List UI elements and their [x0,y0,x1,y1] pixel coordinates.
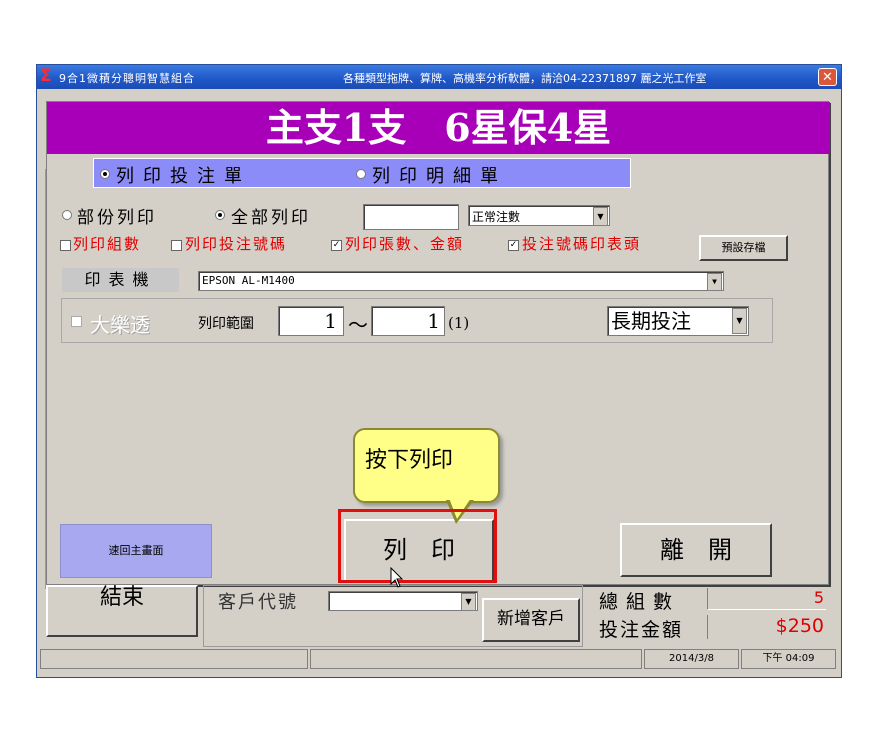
range-label: 列印範圍 [198,316,254,332]
check-lotto[interactable] [71,316,82,327]
total-groups-label: 總組數 [599,591,681,613]
amount-value: $250 [707,615,826,639]
chevron-down-icon[interactable]: ▼ [593,207,608,226]
radio-partial-print-label[interactable]: 部份列印 [77,203,157,228]
customer-label: 客戶代號 [218,592,298,613]
back-to-main-button[interactable]: 速回主畫面 [60,524,212,578]
customer-select[interactable]: ▼ [328,591,478,611]
radio-print-ticket-label[interactable]: 列印投注單 [116,162,251,188]
range-count: (1) [448,314,470,332]
callout-text: 按下列印 [365,448,454,473]
status-cell-2 [310,649,642,669]
radio-full-print[interactable] [215,210,225,220]
count-select[interactable]: 正常注數 ▼ [468,205,610,226]
check-print-groups[interactable] [60,240,71,251]
check-print-numbers[interactable] [171,240,182,251]
check-print-numbers-label[interactable]: 列印投注號碼 [185,233,287,254]
app-contact-info: 各種類型拖牌、算牌、高機率分析軟體，請洽04-22371897 麗之光工作室 [343,72,707,85]
mouse-cursor-icon [390,567,404,588]
app-window: Σ 9合1微積分聰明智慧組合 各種類型拖牌、算牌、高機率分析軟體，請洽04-22… [36,64,842,678]
callout-bubble: 按下列印 [353,428,500,503]
check-header-numbers[interactable]: ✓ [508,240,519,251]
customer-panel: 客戶代號 ▼ 新增客戶 [203,585,583,647]
radio-print-detail-label[interactable]: 列印明細單 [372,162,507,188]
amount-label: 投注金額 [599,619,684,641]
dialog-banner: 主支1支 6星保4星 [47,102,830,154]
sigma-icon: Σ [40,66,52,86]
radio-print-detail[interactable] [356,169,366,179]
count-input[interactable] [363,204,459,230]
radio-full-print-label[interactable]: 全部列印 [231,203,311,228]
close-icon[interactable]: ✕ [818,68,837,86]
print-mode-group: 列印投注單 列印明細單 [93,158,631,188]
check-print-groups-label[interactable]: 列印組數 [73,233,141,254]
count-select-value: 正常注數 [472,210,521,224]
new-customer-button[interactable]: 新增客戶 [482,598,580,642]
total-groups-value: 5 [707,588,826,610]
radio-partial-print[interactable] [62,210,72,220]
background-panel-edge [39,169,46,589]
status-cell-1 [40,649,308,669]
save-default-button[interactable]: 預設存檔 [699,235,788,261]
status-date: 2014/3/8 [644,649,739,669]
check-lotto-label[interactable]: 大樂透 [90,309,150,338]
chevron-down-icon[interactable]: ▼ [707,273,722,291]
check-header-numbers-label[interactable]: 投注號碼印表頭 [522,233,641,254]
period-select[interactable]: 長期投注 ▼ [607,306,749,336]
printer-select[interactable]: EPSON AL-M1400 ▼ [198,271,724,291]
status-time: 下午 04:09 [741,649,836,669]
title-bar[interactable]: Σ 9合1微積分聰明智慧組合 各種類型拖牌、算牌、高機率分析軟體，請洽04-22… [37,65,841,89]
exit-button[interactable]: 離 開 [620,523,772,577]
range-from-input[interactable]: 1 [278,306,344,336]
check-print-sheets-label[interactable]: 列印張數、金額 [345,233,464,254]
period-select-value: 長期投注 [611,309,691,333]
printer-select-value: EPSON AL-M1400 [202,274,295,287]
range-group: 大樂透 列印範圍 1 ～ 1 (1) 長期投注 ▼ [61,298,773,343]
radio-print-ticket[interactable] [100,169,110,179]
check-print-sheets[interactable]: ✓ [331,240,342,251]
end-button[interactable]: 結束 [46,585,198,637]
app-title: 9合1微積分聰明智慧組合 [59,72,195,85]
chevron-down-icon[interactable]: ▼ [461,593,476,611]
range-to-input[interactable]: 1 [371,306,445,336]
printer-label: 印表機 [62,268,179,292]
print-button-highlight [338,509,497,583]
range-separator: ～ [348,313,368,337]
chevron-down-icon[interactable]: ▼ [732,308,747,334]
